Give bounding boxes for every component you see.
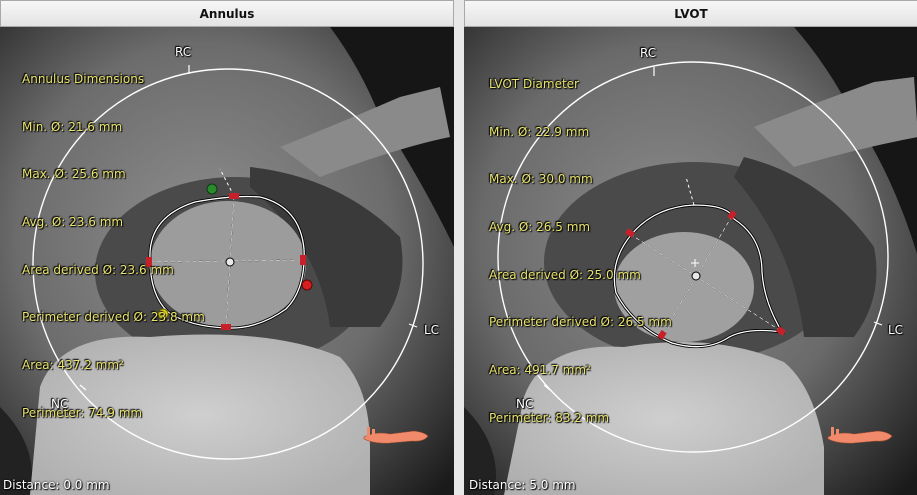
rc-label: RC [175, 45, 192, 59]
panel-title: LVOT [464, 0, 917, 27]
panel-title: Annulus [0, 0, 454, 27]
readout-perimeter-derived-diameter: Perimeter derived Ø: 23.8 mm [22, 310, 205, 325]
rc-label: RC [640, 46, 657, 60]
ct-viewport[interactable]: Annulus Dimensions Min. Ø: 21.6 mm Max. … [0, 27, 454, 495]
ct-viewport[interactable]: LVOT Diameter Min. Ø: 22.9 mm Max. Ø: 30… [464, 27, 917, 495]
readout-title: LVOT Diameter [489, 76, 579, 91]
readout-perimeter-derived-diameter: Perimeter derived Ø: 26.5 mm [489, 315, 672, 330]
readout-max-diameter: Max. Ø: 25.6 mm [22, 167, 126, 182]
readout-max-diameter: Max. Ø: 30.0 mm [489, 172, 593, 187]
readout-perimeter: Perimeter: 83.2 mm [489, 410, 610, 425]
lc-label: LC [424, 323, 440, 337]
lvot-panel[interactable]: LVOT LVOT Diameter Min. Ø: 22.9 mm Max. … [464, 0, 917, 495]
lc-label: LC [888, 323, 904, 337]
readout-avg-diameter: Avg. Ø: 26.5 mm [489, 219, 591, 234]
readout-perimeter: Perimeter: 74.9 mm [22, 405, 143, 420]
readout-area: Area: 491.7 mm² [489, 363, 591, 378]
distance-readout: Distance: 5.0 mm [469, 478, 576, 492]
nc-label: NC [51, 397, 69, 411]
readout-area-derived-diameter: Area derived Ø: 23.6 mm [22, 262, 174, 277]
distance-readout: Distance: 0.0 mm [3, 478, 110, 492]
readout-area-derived-diameter: Area derived Ø: 25.0 mm [489, 267, 641, 282]
readout-title: Annulus Dimensions [22, 71, 145, 86]
readout-area: Area: 437.2 mm² [22, 358, 124, 373]
readout-min-diameter: Min. Ø: 21.6 mm [22, 119, 123, 134]
readout-min-diameter: Min. Ø: 22.9 mm [489, 124, 590, 139]
nc-label: NC [516, 397, 534, 411]
annulus-panel[interactable]: Annulus Annulus Dimensions Min. Ø: 21.6 … [0, 0, 454, 495]
measurement-readout: Annulus Dimensions Min. Ø: 21.6 mm Max. … [22, 40, 205, 454]
readout-avg-diameter: Avg. Ø: 23.6 mm [22, 214, 124, 229]
